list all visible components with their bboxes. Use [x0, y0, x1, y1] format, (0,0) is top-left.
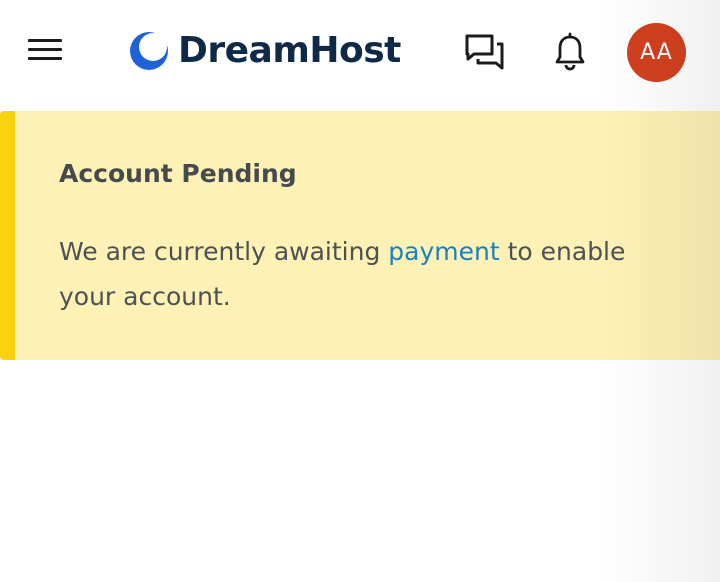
alert-accent-bar [0, 111, 15, 360]
user-avatar[interactable]: AA [627, 23, 686, 82]
account-pending-alert: Account Pending We are currently awaitin… [0, 111, 720, 360]
logo-text: DreamHost [178, 30, 401, 71]
alert-title: Account Pending [59, 159, 297, 188]
dreamhost-logo[interactable]: DreamHost [128, 28, 401, 74]
payment-link[interactable]: payment [388, 237, 499, 266]
hamburger-menu-icon[interactable] [28, 36, 64, 62]
alert-message: We are currently awaiting payment to ena… [59, 229, 679, 319]
top-header: DreamHost AA [0, 0, 720, 104]
alert-message-start: We are currently awaiting [59, 237, 389, 266]
bell-icon[interactable] [552, 32, 588, 72]
chat-bubbles-icon[interactable] [464, 32, 506, 72]
crescent-moon-logo-icon [130, 32, 168, 70]
